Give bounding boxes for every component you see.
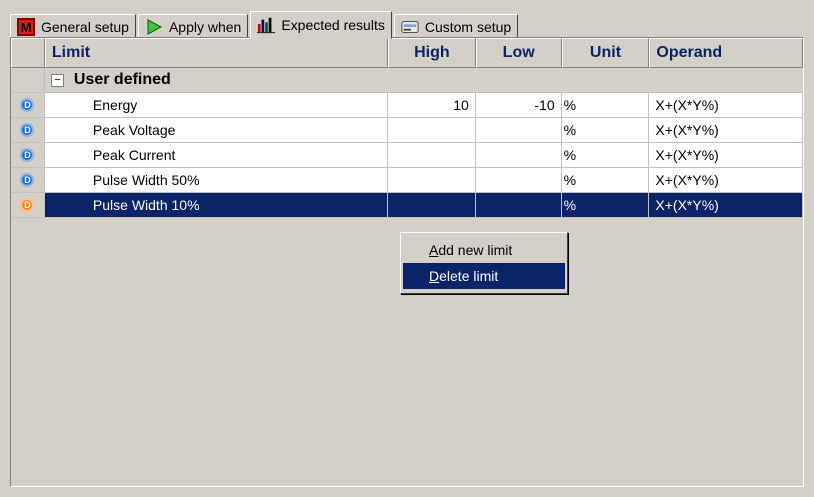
tab-custom-setup[interactable]: Custom setup	[393, 14, 519, 38]
column-header-limit[interactable]: Limit	[44, 38, 388, 68]
unit-cell[interactable]: %	[561, 143, 650, 168]
table-row[interactable]: D Energy 10 -10 % X+(X*Y%)	[11, 93, 803, 118]
group-empty-cell	[388, 68, 476, 93]
row-indicator: D	[11, 168, 45, 193]
high-cell[interactable]	[388, 193, 476, 218]
group-row-user-defined[interactable]: − User defined	[11, 68, 803, 93]
play-arrow-icon	[145, 18, 163, 36]
tab-expected-results[interactable]: Expected results	[250, 11, 392, 39]
tab-label: Apply when	[168, 18, 242, 35]
menu-item-label: elete limit	[439, 268, 499, 284]
header-indicator-cell	[11, 38, 45, 68]
group-empty-cell	[561, 68, 650, 93]
expected-results-window: M General setup Apply when Expected resu…	[0, 0, 814, 497]
tab-apply-when[interactable]: Apply when	[137, 14, 249, 38]
limit-cell[interactable]: Energy	[44, 93, 389, 118]
operand-cell[interactable]: X+(X*Y%)	[649, 143, 803, 168]
high-cell[interactable]	[388, 143, 476, 168]
low-cell[interactable]	[475, 118, 562, 143]
limit-cell[interactable]: Peak Current	[44, 143, 389, 168]
high-cell[interactable]: 10	[388, 93, 476, 118]
grid-header-row: Limit High Low Unit Operand	[11, 38, 803, 68]
collapse-icon[interactable]: −	[50, 73, 64, 87]
tab-general-setup[interactable]: M General setup	[10, 14, 136, 38]
table-row[interactable]: D Peak Current % X+(X*Y%)	[11, 143, 803, 168]
table-row-selected[interactable]: D Pulse Width 10% % X+(X*Y%)	[11, 193, 803, 218]
high-cell[interactable]	[388, 118, 476, 143]
unit-cell[interactable]: %	[561, 93, 650, 118]
svg-text:M: M	[21, 20, 32, 35]
limit-cell[interactable]: Peak Voltage	[44, 118, 389, 143]
unit-cell[interactable]: %	[561, 193, 650, 218]
status-dot-icon: D	[20, 173, 35, 187]
low-cell[interactable]	[475, 143, 562, 168]
status-dot-icon: D	[20, 123, 35, 137]
operand-cell[interactable]: X+(X*Y%)	[649, 118, 803, 143]
row-indicator: D	[11, 193, 45, 218]
low-cell[interactable]	[475, 193, 562, 218]
tab-label: Custom setup	[424, 18, 512, 35]
tab-label: General setup	[41, 18, 129, 35]
group-empty-cell	[475, 68, 562, 93]
table-row[interactable]: D Peak Voltage % X+(X*Y%)	[11, 118, 803, 143]
bar-chart-icon	[257, 16, 276, 34]
tab-label: Expected results	[281, 17, 385, 33]
menu-item-label: dd new limit	[438, 242, 513, 258]
unit-cell[interactable]: %	[561, 168, 650, 193]
row-indicator: D	[11, 93, 45, 118]
row-indicator: D	[11, 118, 45, 143]
low-cell[interactable]: -10	[475, 93, 562, 118]
status-dot-icon: D	[20, 148, 35, 162]
row-indicator: D	[11, 143, 45, 168]
limits-grid: Limit High Low Unit Operand − User defin…	[11, 38, 803, 218]
tab-strip: M General setup Apply when Expected resu…	[10, 10, 520, 39]
column-header-low[interactable]: Low	[475, 38, 562, 68]
status-dot-icon: D	[20, 198, 35, 212]
group-label: User defined	[73, 71, 171, 88]
status-dot-icon: D	[20, 98, 35, 112]
group-empty-cell	[649, 68, 803, 93]
low-cell[interactable]	[475, 168, 562, 193]
group-indicator-cell	[11, 68, 45, 93]
high-cell[interactable]	[388, 168, 476, 193]
operand-cell[interactable]: X+(X*Y%)	[649, 93, 803, 118]
column-header-operand[interactable]: Operand	[649, 38, 803, 68]
limit-cell[interactable]: Pulse Width 10%	[44, 193, 389, 218]
group-label-cell: − User defined	[44, 68, 388, 93]
m-logo-icon: M	[17, 17, 35, 36]
context-menu: Add new limit Delete limit	[400, 232, 568, 294]
menu-item-add-new-limit[interactable]: Add new limit	[403, 237, 565, 263]
operand-cell[interactable]: X+(X*Y%)	[649, 168, 803, 193]
menu-mnemonic: A	[429, 242, 439, 258]
menu-item-delete-limit[interactable]: Delete limit	[403, 263, 565, 289]
column-header-unit[interactable]: Unit	[561, 38, 650, 68]
card-icon	[401, 18, 419, 36]
limit-cell[interactable]: Pulse Width 50%	[44, 168, 389, 193]
unit-cell[interactable]: %	[561, 118, 650, 143]
table-row[interactable]: D Pulse Width 50% % X+(X*Y%)	[11, 168, 803, 193]
operand-cell[interactable]: X+(X*Y%)	[649, 193, 803, 218]
column-header-high[interactable]: High	[387, 38, 476, 68]
menu-mnemonic: D	[429, 268, 440, 284]
